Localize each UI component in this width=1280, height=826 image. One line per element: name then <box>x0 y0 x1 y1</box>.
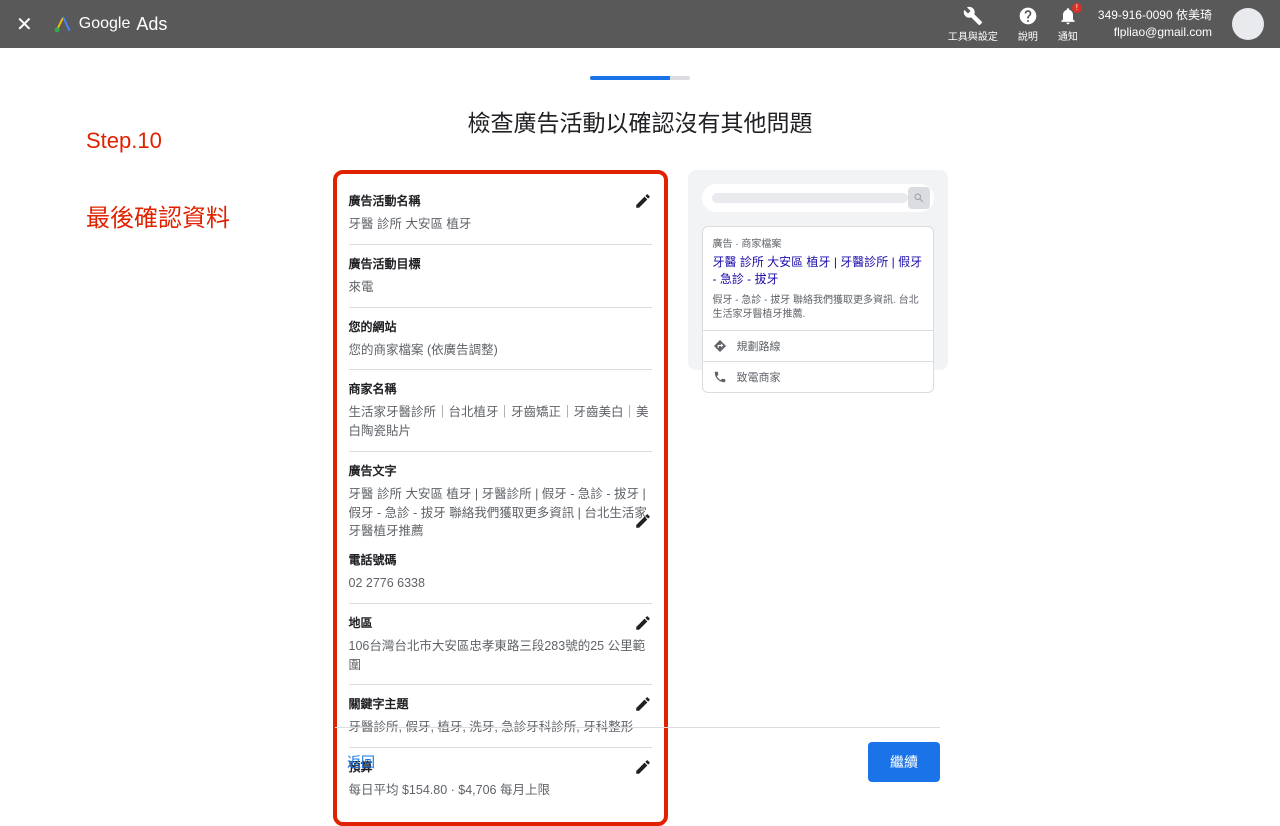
search-button <box>908 187 930 209</box>
notifications-menu[interactable]: ! 通知 <box>1058 6 1078 43</box>
ad-description: 假牙 - 急診 - 拔牙 聯絡我們獲取更多資訊. 台北生活家牙醫植牙推薦. <box>703 294 933 330</box>
section-adtext: 廣告文字 牙醫 診所 大安區 植牙 | 牙醫診所 | 假牙 - 急診 - 拔牙 … <box>349 452 652 604</box>
account-email: flpliao@gmail.com <box>1098 24 1212 41</box>
directions-label: 規劃路線 <box>737 338 781 354</box>
pencil-icon <box>634 512 652 530</box>
region-label: 地區 <box>349 614 652 631</box>
adtext-value: 牙醫 診所 大安區 植牙 | 牙醫診所 | 假牙 - 急診 - 拔牙 | 假牙 … <box>349 485 652 541</box>
top-header: ✕ Google Ads 工具與設定 說明 ! 通知 349-916-0090 … <box>0 0 1280 48</box>
page-title: 檢查廣告活動以確認沒有其他問題 <box>0 104 1280 138</box>
wrench-icon <box>963 6 983 26</box>
search-icon <box>913 192 925 204</box>
tools-menu[interactable]: 工具與設定 <box>948 6 998 43</box>
footer-bar: 返回 繼續 <box>335 727 940 782</box>
help-label: 說明 <box>1018 28 1038 43</box>
logo[interactable]: Google Ads <box>53 14 168 35</box>
edit-region[interactable] <box>634 614 652 632</box>
progress-fill <box>590 76 670 80</box>
section-goal: 廣告活動目標 來電 <box>349 245 652 308</box>
phone-icon <box>713 370 727 384</box>
edit-adtext[interactable] <box>634 512 652 530</box>
region-value: 106台灣台北市大安區忠孝東路三段283號的25 公里範圍 <box>349 637 652 675</box>
edit-keywords[interactable] <box>634 695 652 713</box>
section-region: 地區 106台灣台北市大安區忠孝東路三段283號的25 公里範圍 <box>349 604 652 686</box>
section-business: 商家名稱 生活家牙醫診所｜台北植牙｜牙齒矯正｜牙齒美白｜美白陶瓷貼片 <box>349 370 652 452</box>
edit-campaign-name[interactable] <box>634 192 652 210</box>
pencil-icon <box>634 192 652 210</box>
tools-label: 工具與設定 <box>948 28 998 43</box>
notification-badge: ! <box>1072 3 1082 13</box>
directions-icon <box>713 339 727 353</box>
close-icon[interactable]: ✕ <box>16 12 33 37</box>
budget-value: 每日平均 $154.80 · $4,706 每月上限 <box>349 781 652 800</box>
business-label: 商家名稱 <box>349 380 652 397</box>
ad-result: 廣告 · 商家檔案 牙醫 診所 大安區 植牙 | 牙醫診所 | 假牙 - 急診 … <box>702 226 934 393</box>
annotation-subtitle: 最後確認資料 <box>86 198 230 233</box>
product-text: Ads <box>136 14 167 35</box>
help-icon <box>1018 6 1038 26</box>
call-label: 致電商家 <box>737 369 781 385</box>
ad-preview: 廣告 · 商家檔案 牙醫 診所 大安區 植牙 | 牙醫診所 | 假牙 - 急診 … <box>688 170 948 370</box>
avatar[interactable] <box>1232 8 1264 40</box>
phone-value: 02 2776 6338 <box>349 574 652 593</box>
ad-call[interactable]: 致電商家 <box>703 361 933 392</box>
help-menu[interactable]: 說明 <box>1018 6 1038 43</box>
pencil-icon <box>634 614 652 632</box>
business-value: 生活家牙醫診所｜台北植牙｜牙齒矯正｜牙齒美白｜美白陶瓷貼片 <box>349 403 652 441</box>
keywords-label: 關鍵字主題 <box>349 695 652 712</box>
brand-text: Google <box>79 15 131 33</box>
pencil-icon <box>634 695 652 713</box>
header-right: 工具與設定 說明 ! 通知 349-916-0090 依美琦 flpliao@g… <box>948 6 1264 43</box>
adtext-label: 廣告文字 <box>349 462 652 479</box>
ad-badge: 廣告 · 商家檔案 <box>703 227 933 254</box>
website-value: 您的商家檔案 (依廣告調整) <box>349 341 652 360</box>
annotation-step: Step.10 <box>86 128 162 154</box>
account-id: 349-916-0090 依美琦 <box>1098 7 1212 24</box>
section-website: 您的網站 您的商家檔案 (依廣告調整) <box>349 308 652 371</box>
ad-title: 牙醫 診所 大安區 植牙 | 牙醫診所 | 假牙 - 急診 - 拔牙 <box>703 254 933 294</box>
goal-label: 廣告活動目標 <box>349 255 652 272</box>
account-info[interactable]: 349-916-0090 依美琦 flpliao@gmail.com <box>1098 7 1212 41</box>
section-campaign-name: 廣告活動名稱 牙醫 診所 大安區 植牙 <box>349 182 652 245</box>
campaign-name-label: 廣告活動名稱 <box>349 192 652 209</box>
continue-button[interactable]: 繼續 <box>868 742 940 782</box>
campaign-name-value: 牙醫 診所 大安區 植牙 <box>349 215 652 234</box>
website-label: 您的網站 <box>349 318 652 335</box>
ads-logo-icon <box>53 14 73 34</box>
goal-value: 來電 <box>349 278 652 297</box>
preview-search-bar <box>702 184 934 212</box>
back-link[interactable]: 返回 <box>335 752 375 772</box>
ad-directions[interactable]: 規劃路線 <box>703 330 933 361</box>
phone-label: 電話號碼 <box>349 551 652 568</box>
search-placeholder <box>712 193 908 203</box>
notif-label: 通知 <box>1058 28 1078 43</box>
progress-bar <box>590 76 690 80</box>
